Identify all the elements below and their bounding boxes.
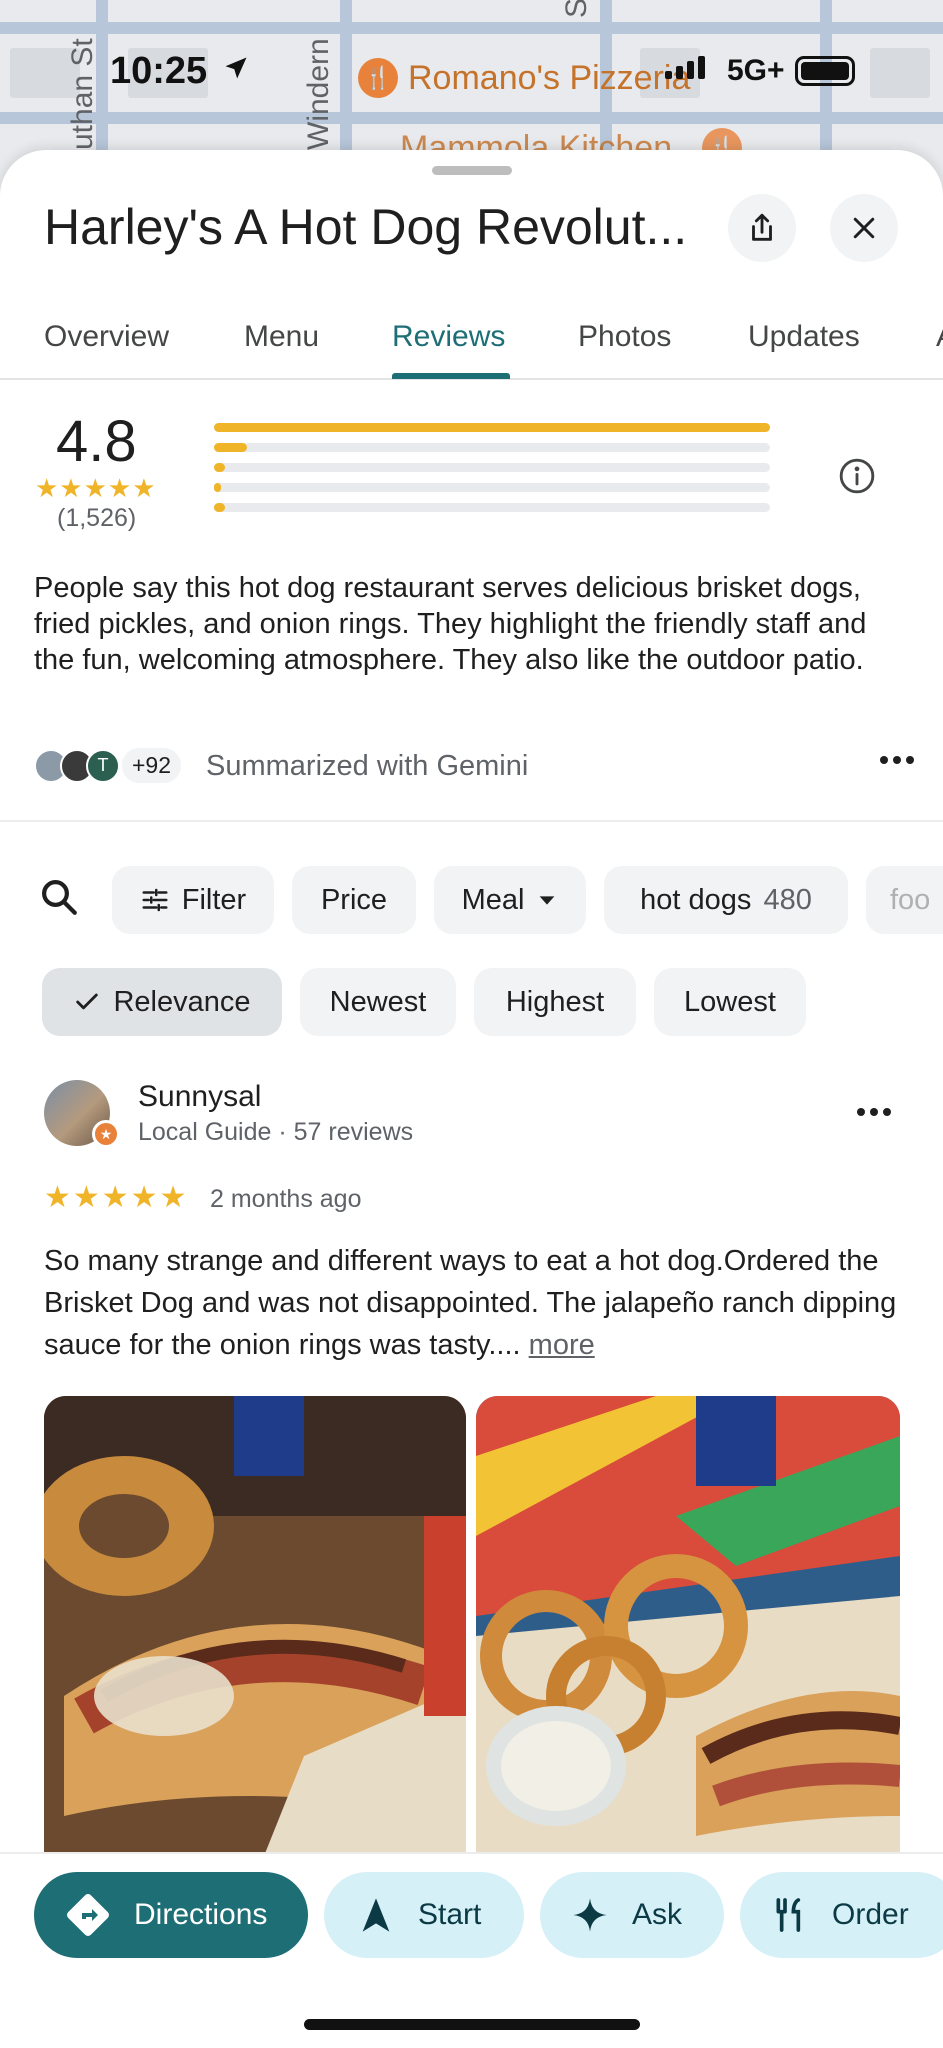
directions-icon [67,1894,109,1936]
meal-label: Meal [461,883,525,916]
ask-button[interactable]: Ask [540,1872,724,1958]
rating-bar-4-star [214,443,770,452]
topic-label: hot dogs [640,883,752,916]
review-text: So many strange and different ways to ea… [44,1245,897,1361]
rating-bar-2-star [214,483,770,492]
sort-relevance-label: Relevance [113,985,251,1018]
rating-score: 4.8 [56,409,137,474]
reviewer-meta: Local Guide · 57 reviews [138,1118,414,1146]
check-icon [76,993,99,1010]
share-icon [752,213,772,241]
sort-highest-chip[interactable]: Highest [474,968,636,1036]
status-time: 10:25 [110,50,208,92]
more-reviewers-count: +92 [122,748,182,783]
rating-bar-fill [214,483,221,492]
review-photo-image [476,1396,900,1856]
tab-reviews[interactable]: Reviews [392,320,505,354]
review-stars: ★★★★★ [44,1181,189,1214]
review-more-options-icon[interactable] [857,1108,891,1116]
review-photo[interactable] [44,1396,466,1856]
tab-overview[interactable]: Overview [44,320,169,354]
tab-updates[interactable]: Updates [748,320,860,354]
place-title: Harley's A Hot Dog Revolut... [44,199,688,255]
divider [0,820,943,822]
home-indicator[interactable] [304,2019,640,2030]
rating-bar-fill [214,443,248,452]
sort-relevance-chip[interactable]: Relevance [42,968,282,1036]
review-photo-image [44,1396,466,1856]
directions-button[interactable]: Directions [34,1872,308,1958]
info-icon [839,458,875,494]
rating-bar-fill [214,503,226,512]
directions-label: Directions [134,1898,268,1931]
rating-bar-fill [214,423,770,432]
close-button[interactable] [830,194,898,262]
rating-info-button[interactable] [838,457,876,500]
review-photo[interactable] [476,1396,900,1856]
topic-chip-partial[interactable]: foo [866,866,943,934]
price-chip[interactable]: Price [292,866,416,934]
signal-icon [665,56,705,79]
restaurant-icon [776,1898,801,1932]
battery-icon [795,56,855,86]
summary-source-row[interactable]: T +92 Summarized with Gemini [34,748,914,788]
order-button[interactable]: Order [740,1872,943,1958]
summary-source-label: Summarized with Gemini [206,750,529,782]
filter-icon [142,888,168,912]
tab-photos[interactable]: Photos [578,320,671,354]
sparkle-icon [573,1898,607,1932]
filter-chip[interactable]: Filter [112,866,274,934]
start-button[interactable]: Start [324,1872,524,1958]
tab-about[interactable]: A [936,320,943,354]
location-arrow-icon [225,57,247,79]
rating-count: (1,526) [57,504,137,532]
sort-lowest-chip[interactable]: Lowest [654,968,806,1036]
review-text-block: So many strange and different ways to ea… [44,1240,904,1366]
rating-bar-3-star [214,463,770,472]
chevron-down-icon [540,896,555,905]
review-summary: People say this hot dog restaurant serve… [34,572,867,676]
reviewer-name[interactable]: Sunnysal [138,1080,261,1114]
map-street-label: S [560,0,593,18]
tab-bar: Overview Menu Reviews Photos Updates A [0,300,943,380]
navigation-arrow-icon [362,1898,390,1932]
network-label: 5G+ [727,54,785,87]
search-reviews-icon[interactable] [38,876,80,918]
share-button[interactable] [728,194,796,262]
close-icon [853,217,875,239]
review-date: 2 months ago [210,1185,362,1213]
rating-bar-1-star [214,503,770,512]
start-label: Start [418,1898,482,1931]
tab-menu[interactable]: Menu [244,320,319,354]
filter-label: Filter [181,883,247,916]
rating-bar-fill [214,463,226,472]
status-bar: 10:25 5G+ [0,42,943,102]
topic-count: 480 [763,883,812,916]
reviewer-avatars: T +92 [34,748,182,783]
topic-chip-hot-dogs[interactable]: hot dogs 480 [604,866,848,934]
meal-chip[interactable]: Meal [434,866,586,934]
ask-label: Ask [632,1898,683,1931]
active-tab-indicator [392,373,510,379]
drag-handle[interactable] [432,166,512,175]
avatar: T [86,748,120,783]
review-more-link[interactable]: more [529,1329,595,1361]
rating-stars: ★★★★★ [35,473,157,503]
rating-distribution [214,423,770,523]
more-options-icon[interactable] [880,756,914,764]
order-label: Order [832,1898,909,1931]
rating-bar-5-star [214,423,770,432]
sort-newest-chip[interactable]: Newest [300,968,456,1036]
local-guide-badge-icon: ★ [92,1120,120,1148]
